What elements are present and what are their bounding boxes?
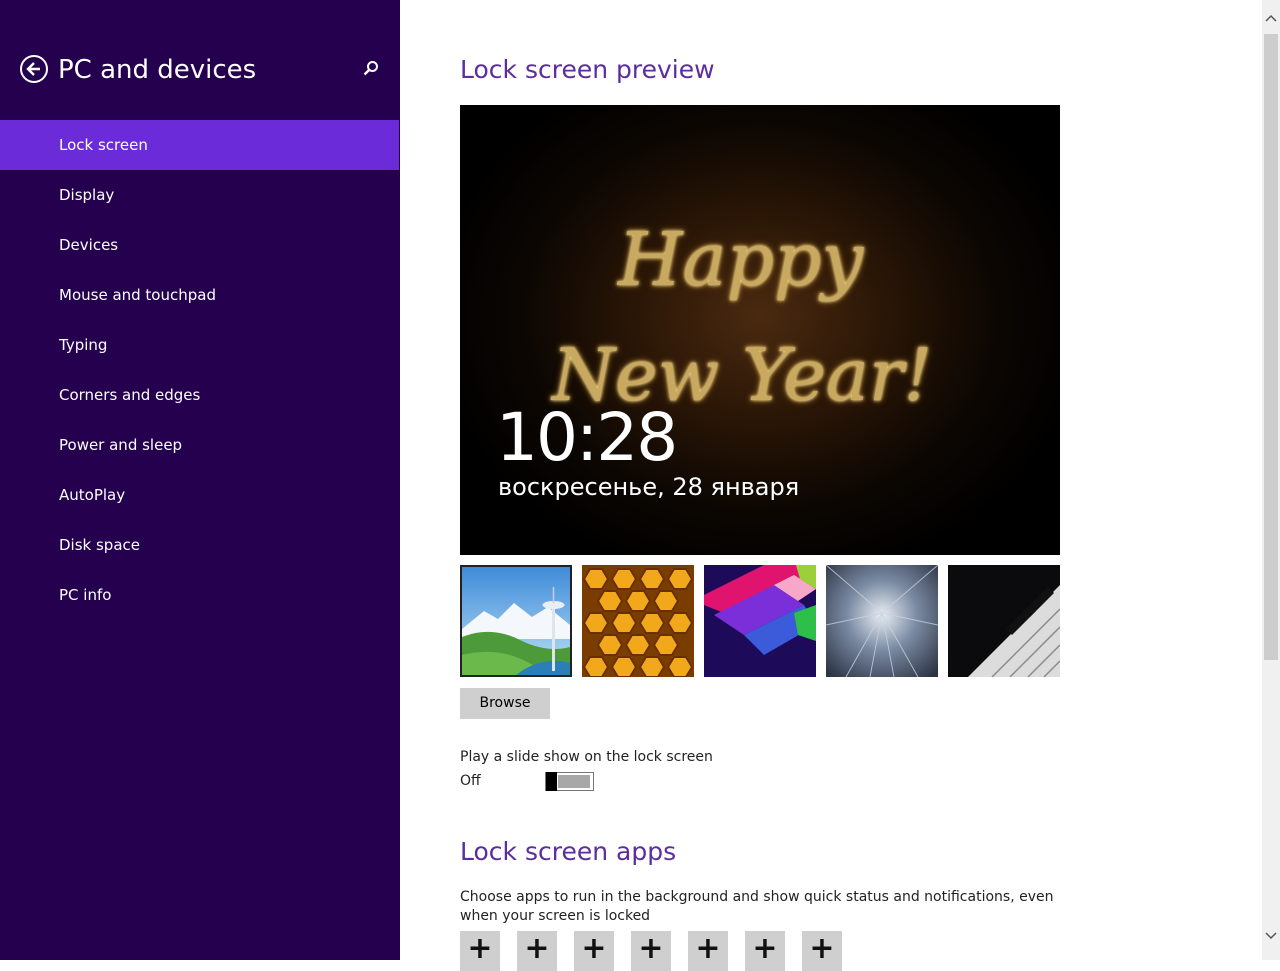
sidebar-item-power-and-sleep[interactable]: Power and sleep <box>0 420 399 470</box>
add-app-button-5[interactable]: + <box>688 931 728 971</box>
add-app-button-2[interactable]: + <box>517 931 557 971</box>
add-app-button-1[interactable]: + <box>460 931 500 971</box>
lock-screen-preview: Happy New Year! 10:28 воскресенье, 28 ян… <box>460 105 1060 555</box>
preview-date: воскресенье, 28 января <box>498 473 800 501</box>
preview-time: 10:28 <box>496 399 678 476</box>
sidebar-item-typing[interactable]: Typing <box>0 320 399 370</box>
main-content: Lock screen preview Happy New Year! 10:2… <box>400 0 1262 971</box>
lock-screen-preview-heading: Lock screen preview <box>460 55 715 84</box>
sidebar-item-lock-screen[interactable]: Lock screen <box>0 120 399 170</box>
add-app-button-3[interactable]: + <box>574 931 614 971</box>
sidebar-item-autoplay[interactable]: AutoPlay <box>0 470 399 520</box>
sidebar: PC and devices Lock screen Display Devic… <box>0 0 400 960</box>
sidebar-item-disk-space[interactable]: Disk space <box>0 520 399 570</box>
background-thumbnail-geometric[interactable] <box>704 565 816 677</box>
page-title: PC and devices <box>58 55 257 85</box>
scroll-up-arrow-icon[interactable] <box>1265 14 1277 26</box>
slideshow-state: Off <box>460 773 481 789</box>
back-arrow-icon[interactable] <box>20 55 48 83</box>
toggle-track <box>558 775 590 788</box>
preview-image-text-line1: Happy <box>618 217 864 303</box>
slideshow-toggle[interactable] <box>545 772 594 791</box>
sidebar-item-devices[interactable]: Devices <box>0 220 399 270</box>
background-thumbnail-piano[interactable] <box>948 565 1060 677</box>
background-thumbnail-train-tunnel[interactable] <box>826 565 938 677</box>
scroll-thumb[interactable] <box>1264 34 1278 660</box>
toggle-knob <box>546 772 557 791</box>
sidebar-item-pc-info[interactable]: PC info <box>0 570 399 620</box>
background-thumbnail-honeycomb[interactable] <box>582 565 694 677</box>
add-app-button-4[interactable]: + <box>631 931 671 971</box>
lock-screen-apps-description: Choose apps to run in the background and… <box>460 889 1054 924</box>
lock-screen-apps-heading: Lock screen apps <box>460 837 677 866</box>
sidebar-item-mouse-and-touchpad[interactable]: Mouse and touchpad <box>0 270 399 320</box>
search-icon[interactable] <box>362 60 380 78</box>
scroll-down-arrow-icon[interactable] <box>1265 932 1277 944</box>
slideshow-label: Play a slide show on the lock screen <box>460 749 713 765</box>
add-app-button-7[interactable]: + <box>802 931 842 971</box>
background-thumbnail-space-needle[interactable] <box>460 565 572 677</box>
sidebar-item-display[interactable]: Display <box>0 170 399 220</box>
vertical-scrollbar[interactable] <box>1262 0 1280 960</box>
browse-button[interactable]: Browse <box>460 688 550 719</box>
add-app-button-6[interactable]: + <box>745 931 785 971</box>
sidebar-item-corners-and-edges[interactable]: Corners and edges <box>0 370 399 420</box>
